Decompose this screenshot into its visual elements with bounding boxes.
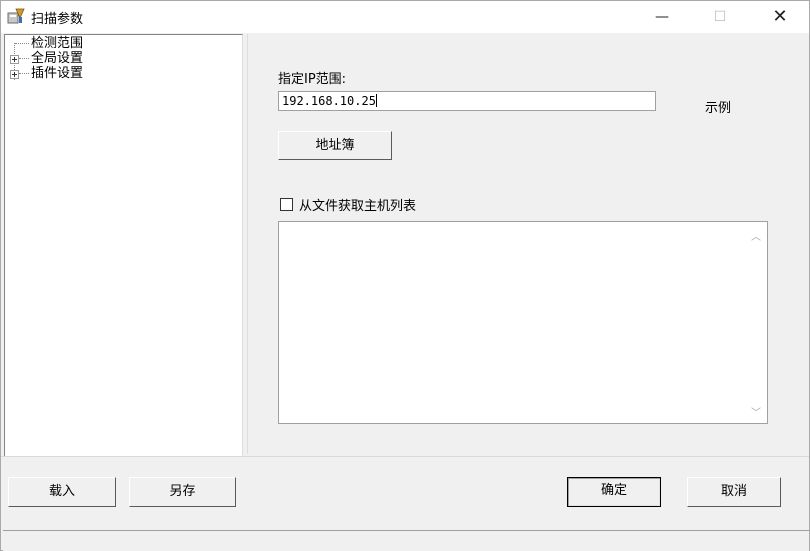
ip-range-value: 192.168.10.25 bbox=[282, 94, 376, 108]
maximize-button[interactable]: ☐ bbox=[697, 1, 743, 33]
close-button[interactable]: ✕ bbox=[757, 1, 803, 33]
load-button[interactable]: 载入 bbox=[8, 477, 116, 507]
ip-range-input[interactable]: 192.168.10.25 bbox=[278, 91, 656, 111]
footer-separator bbox=[1, 456, 809, 457]
save-as-button[interactable]: 另存 bbox=[129, 477, 236, 507]
tree-item-label: 检测范围 bbox=[31, 36, 84, 51]
tree-item-label: 全局设置 bbox=[31, 51, 84, 66]
cancel-button[interactable]: 取消 bbox=[687, 477, 781, 507]
host-list-textarea[interactable]: ︿ ﹀ bbox=[278, 221, 768, 424]
status-bar bbox=[3, 530, 809, 551]
minimize-button[interactable]: — bbox=[639, 1, 685, 33]
expand-plus-icon[interactable] bbox=[10, 70, 19, 79]
file-hosts-checkbox-label: 从文件获取主机列表 bbox=[299, 199, 417, 214]
ip-range-label: 指定IP范围: bbox=[278, 72, 347, 87]
ok-button[interactable]: 确定 bbox=[567, 477, 661, 507]
tree-item-plugin-settings[interactable]: 插件设置 bbox=[5, 67, 125, 81]
tree-item-global-settings[interactable]: 全局设置 bbox=[5, 52, 125, 66]
text-caret bbox=[375, 94, 377, 107]
title-bar[interactable]: 扫描参数 — ☐ ✕ bbox=[1, 1, 809, 33]
tree-item-detection-range[interactable]: 检测范围 bbox=[5, 37, 125, 51]
chevron-up-icon[interactable]: ︿ bbox=[751, 228, 761, 243]
settings-tree[interactable]: 检测范围 全局设置 插件设置 bbox=[4, 34, 243, 457]
chevron-down-icon[interactable]: ﹀ bbox=[751, 404, 761, 419]
file-hosts-checkbox[interactable] bbox=[280, 198, 293, 211]
window-title: 扫描参数 bbox=[31, 12, 84, 27]
scan-app-icon bbox=[7, 8, 25, 24]
example-link[interactable]: 示例 bbox=[705, 97, 731, 116]
scan-params-window: 扫描参数 — ☐ ✕ 检测范围 全局设置 插件设置 指定IP范围: 192.16… bbox=[0, 0, 810, 551]
panel-divider bbox=[247, 34, 248, 454]
expand-plus-icon[interactable] bbox=[10, 55, 19, 64]
tree-item-label: 插件设置 bbox=[31, 66, 84, 81]
address-book-button[interactable]: 地址簿 bbox=[278, 131, 392, 160]
